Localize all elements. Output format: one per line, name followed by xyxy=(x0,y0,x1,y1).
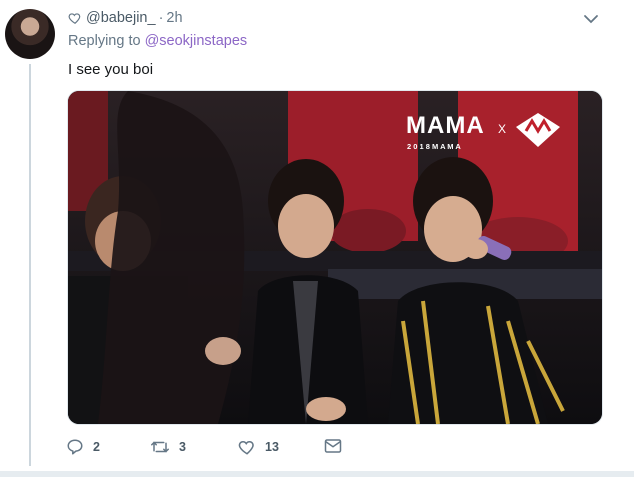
tweet-card[interactable]: @babejin_ · 2h Replying to @seokjinstape… xyxy=(0,0,634,477)
thread-line xyxy=(29,64,31,466)
username[interactable]: @babejin_ xyxy=(86,10,156,26)
heart-icon[interactable] xyxy=(238,438,256,456)
tweet-text: I see you boi xyxy=(68,61,154,78)
tweet-media[interactable]: MAMA 2 0 1 8 M A M A X xyxy=(67,90,603,425)
like-action[interactable]: 13 xyxy=(238,438,279,456)
watermark-mama: MAMA xyxy=(406,112,485,139)
replying-to: Replying to @seokjinstapes xyxy=(68,33,247,49)
tweet-header: @babejin_ · 2h xyxy=(68,8,183,28)
chevron-down-icon[interactable] xyxy=(582,10,600,28)
retweet-icon[interactable] xyxy=(150,438,170,456)
media-photo: MAMA 2 0 1 8 M A M A X xyxy=(68,91,602,424)
reply-count: 2 xyxy=(93,440,100,454)
like-count: 13 xyxy=(265,440,279,454)
bottom-divider xyxy=(0,471,634,477)
separator-dot: · xyxy=(158,10,164,26)
envelope-icon[interactable] xyxy=(324,438,342,454)
replying-prefix: Replying to xyxy=(68,33,141,49)
watermark-year: 2 0 1 8 M A M A xyxy=(407,142,461,151)
message-action[interactable] xyxy=(324,438,351,454)
replying-mention[interactable]: @seokjinstapes xyxy=(145,33,248,49)
reply-action[interactable]: 2 xyxy=(66,438,100,456)
avatar[interactable] xyxy=(5,9,55,59)
retweet-action[interactable]: 3 xyxy=(150,438,186,456)
watermark-x: X xyxy=(498,122,506,136)
timestamp[interactable]: 2h xyxy=(166,10,182,26)
retweet-count: 3 xyxy=(179,440,186,454)
reply-bubble-icon[interactable] xyxy=(66,438,84,456)
heart-outline-icon xyxy=(68,13,81,24)
tweet-actions: 2 3 13 xyxy=(66,438,366,460)
